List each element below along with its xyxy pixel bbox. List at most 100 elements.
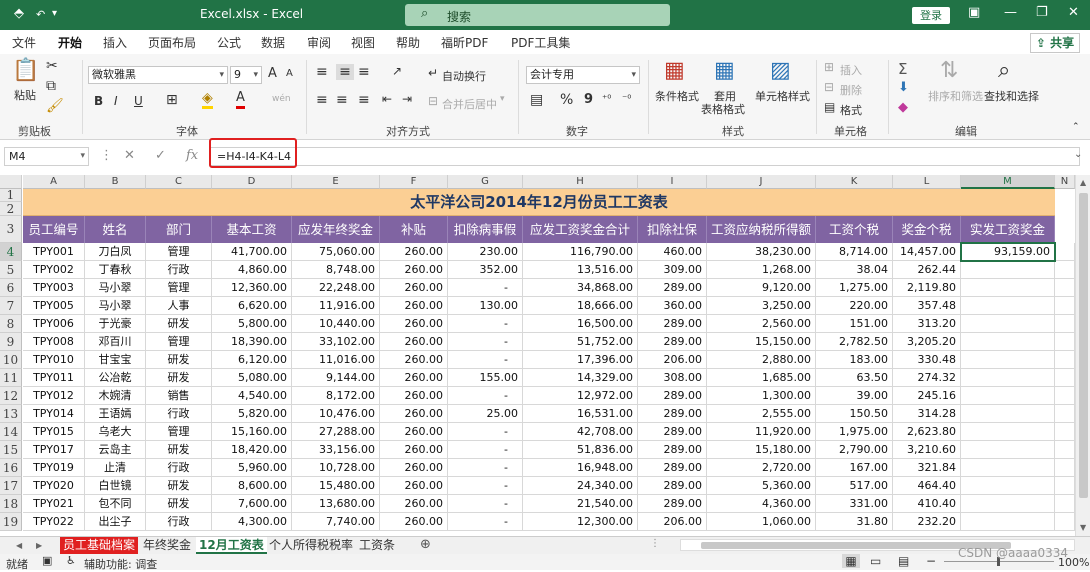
table-cell[interactable]: 6,120.00 (212, 351, 292, 369)
table-cell[interactable]: 34,868.00 (523, 279, 638, 297)
table-cell[interactable]: 260.00 (380, 513, 448, 531)
table-cell[interactable]: 研发 (146, 369, 212, 387)
accounting-format-icon[interactable]: ▤ (530, 92, 543, 108)
row-header[interactable]: 16 (0, 459, 22, 477)
table-cell[interactable]: 331.00 (816, 495, 893, 513)
table-cell[interactable]: TPY017 (23, 441, 85, 459)
align-right-icon[interactable]: ≡ (358, 92, 370, 108)
table-cell[interactable]: 289.00 (638, 405, 707, 423)
quick-access-dropdown-icon[interactable]: ▾ (52, 8, 57, 19)
table-cell[interactable]: 人事 (146, 297, 212, 315)
table-cell[interactable] (1055, 387, 1075, 405)
table-cell[interactable]: 4,860.00 (212, 261, 292, 279)
table-cell[interactable]: - (448, 441, 523, 459)
table-header-cell[interactable]: 工资应纳税所得额 (707, 216, 816, 243)
delete-cells-icon[interactable]: ⊟ (824, 80, 834, 94)
table-cell[interactable]: 260.00 (380, 243, 448, 261)
column-header[interactable]: D (212, 175, 292, 189)
table-cell[interactable]: 1,268.00 (707, 261, 816, 279)
tab-page-layout[interactable]: 页面布局 (148, 34, 196, 51)
table-cell[interactable]: 王语嫣 (85, 405, 146, 423)
tab-split-icon[interactable]: ⋮ (650, 538, 660, 549)
minimize-icon[interactable]: — (1004, 5, 1017, 20)
row-header[interactable]: 14 (0, 423, 22, 441)
italic-button[interactable]: I (114, 94, 118, 108)
increase-indent-icon[interactable]: ⇥ (402, 92, 412, 106)
vertical-scrollbar[interactable]: ▲ ▼ (1075, 175, 1090, 536)
table-cell[interactable]: TPY003 (23, 279, 85, 297)
table-cell[interactable]: 15,480.00 (292, 477, 380, 495)
undo-icon[interactable]: ↶ (36, 8, 45, 21)
search-box[interactable]: ⌕ 搜索 (405, 4, 670, 26)
align-left-icon[interactable]: ≡ (316, 92, 328, 108)
table-cell[interactable]: 18,666.00 (523, 297, 638, 315)
cell-styles-icon[interactable]: ▨ (770, 58, 791, 83)
sheet-title-cell[interactable]: 太平洋公司2014年12月份员工工资表 (23, 189, 1055, 216)
table-cell[interactable]: 360.00 (638, 297, 707, 315)
normal-view-icon[interactable]: ▦ (842, 554, 860, 568)
accessibility-icon[interactable]: ♿ (66, 554, 76, 567)
table-cell[interactable]: 3,210.60 (893, 441, 961, 459)
tab-formulas[interactable]: 公式 (217, 34, 241, 51)
table-cell[interactable]: 8,172.00 (292, 387, 380, 405)
table-cell[interactable]: 5,820.00 (212, 405, 292, 423)
table-cell[interactable]: TPY019 (23, 459, 85, 477)
cell-styles-button[interactable]: 单元格样式 (755, 88, 810, 104)
table-header-cell[interactable]: 实发工资奖金 (961, 216, 1055, 243)
table-cell[interactable]: TPY001 (23, 243, 85, 261)
page-layout-view-icon[interactable]: ▭ (870, 554, 881, 568)
name-box[interactable]: M4 ▾ (4, 147, 89, 166)
table-cell[interactable]: 12,300.00 (523, 513, 638, 531)
row-header[interactable]: 12 (0, 387, 22, 405)
table-cell[interactable]: 马小翠 (85, 297, 146, 315)
table-cell[interactable]: TPY015 (23, 423, 85, 441)
decrease-indent-icon[interactable]: ⇤ (382, 92, 392, 106)
table-cell[interactable]: - (448, 477, 523, 495)
table-cell[interactable]: 24,340.00 (523, 477, 638, 495)
tab-help[interactable]: 帮助 (396, 34, 420, 51)
percent-button[interactable]: % (560, 92, 573, 108)
table-cell[interactable]: - (448, 459, 523, 477)
table-cell[interactable]: 245.16 (893, 387, 961, 405)
table-cell[interactable]: 14,457.00 (893, 243, 961, 261)
tab-insert[interactable]: 插入 (103, 34, 127, 51)
font-name-combo[interactable]: 微软雅黑 ▾ (88, 66, 228, 84)
align-bottom-icon[interactable]: ≡ (358, 64, 370, 80)
table-cell[interactable]: 63.50 (816, 369, 893, 387)
table-cell[interactable]: 314.28 (893, 405, 961, 423)
clear-icon[interactable]: ◆ (898, 100, 908, 115)
table-cell[interactable]: TPY012 (23, 387, 85, 405)
table-cell[interactable]: 39.00 (816, 387, 893, 405)
table-cell[interactable]: 289.00 (638, 459, 707, 477)
table-cell[interactable]: 行政 (146, 459, 212, 477)
close-icon[interactable]: ✕ (1068, 5, 1079, 20)
table-cell[interactable]: 甘宝宝 (85, 351, 146, 369)
table-cell[interactable]: 232.20 (893, 513, 961, 531)
row-header[interactable]: 10 (0, 351, 22, 369)
sheet-tab-december-payroll[interactable]: 12月工资表 (196, 537, 267, 554)
table-cell[interactable]: TPY005 (23, 297, 85, 315)
table-cell[interactable] (961, 477, 1055, 495)
table-cell[interactable]: 7,740.00 (292, 513, 380, 531)
paste-icon[interactable]: 📋 (12, 58, 39, 83)
tab-data[interactable]: 数据 (261, 34, 285, 51)
table-cell[interactable]: 460.00 (638, 243, 707, 261)
table-cell[interactable]: TPY014 (23, 405, 85, 423)
table-cell[interactable]: 10,440.00 (292, 315, 380, 333)
merge-center-button[interactable]: 合并后居中 (442, 96, 497, 112)
table-cell[interactable]: 管理 (146, 279, 212, 297)
table-header-cell[interactable]: 补贴 (380, 216, 448, 243)
table-cell[interactable]: 5,080.00 (212, 369, 292, 387)
worksheet-grid[interactable]: 太平洋公司2014年12月份员工工资表 ABCDEFGHIJKLMN123456… (0, 175, 1075, 536)
conditional-format-button[interactable]: 条件格式 (655, 88, 699, 104)
row-header[interactable]: 6 (0, 279, 22, 297)
table-cell[interactable]: 289.00 (638, 423, 707, 441)
table-cell[interactable]: 14,329.00 (523, 369, 638, 387)
table-cell[interactable]: 研发 (146, 315, 212, 333)
wrap-text-button[interactable]: 自动换行 (442, 68, 486, 84)
table-cell[interactable]: 6,620.00 (212, 297, 292, 315)
table-cell[interactable]: 260.00 (380, 423, 448, 441)
table-cell[interactable]: 邓百川 (85, 333, 146, 351)
table-cell[interactable] (961, 333, 1055, 351)
table-cell[interactable]: 130.00 (448, 297, 523, 315)
